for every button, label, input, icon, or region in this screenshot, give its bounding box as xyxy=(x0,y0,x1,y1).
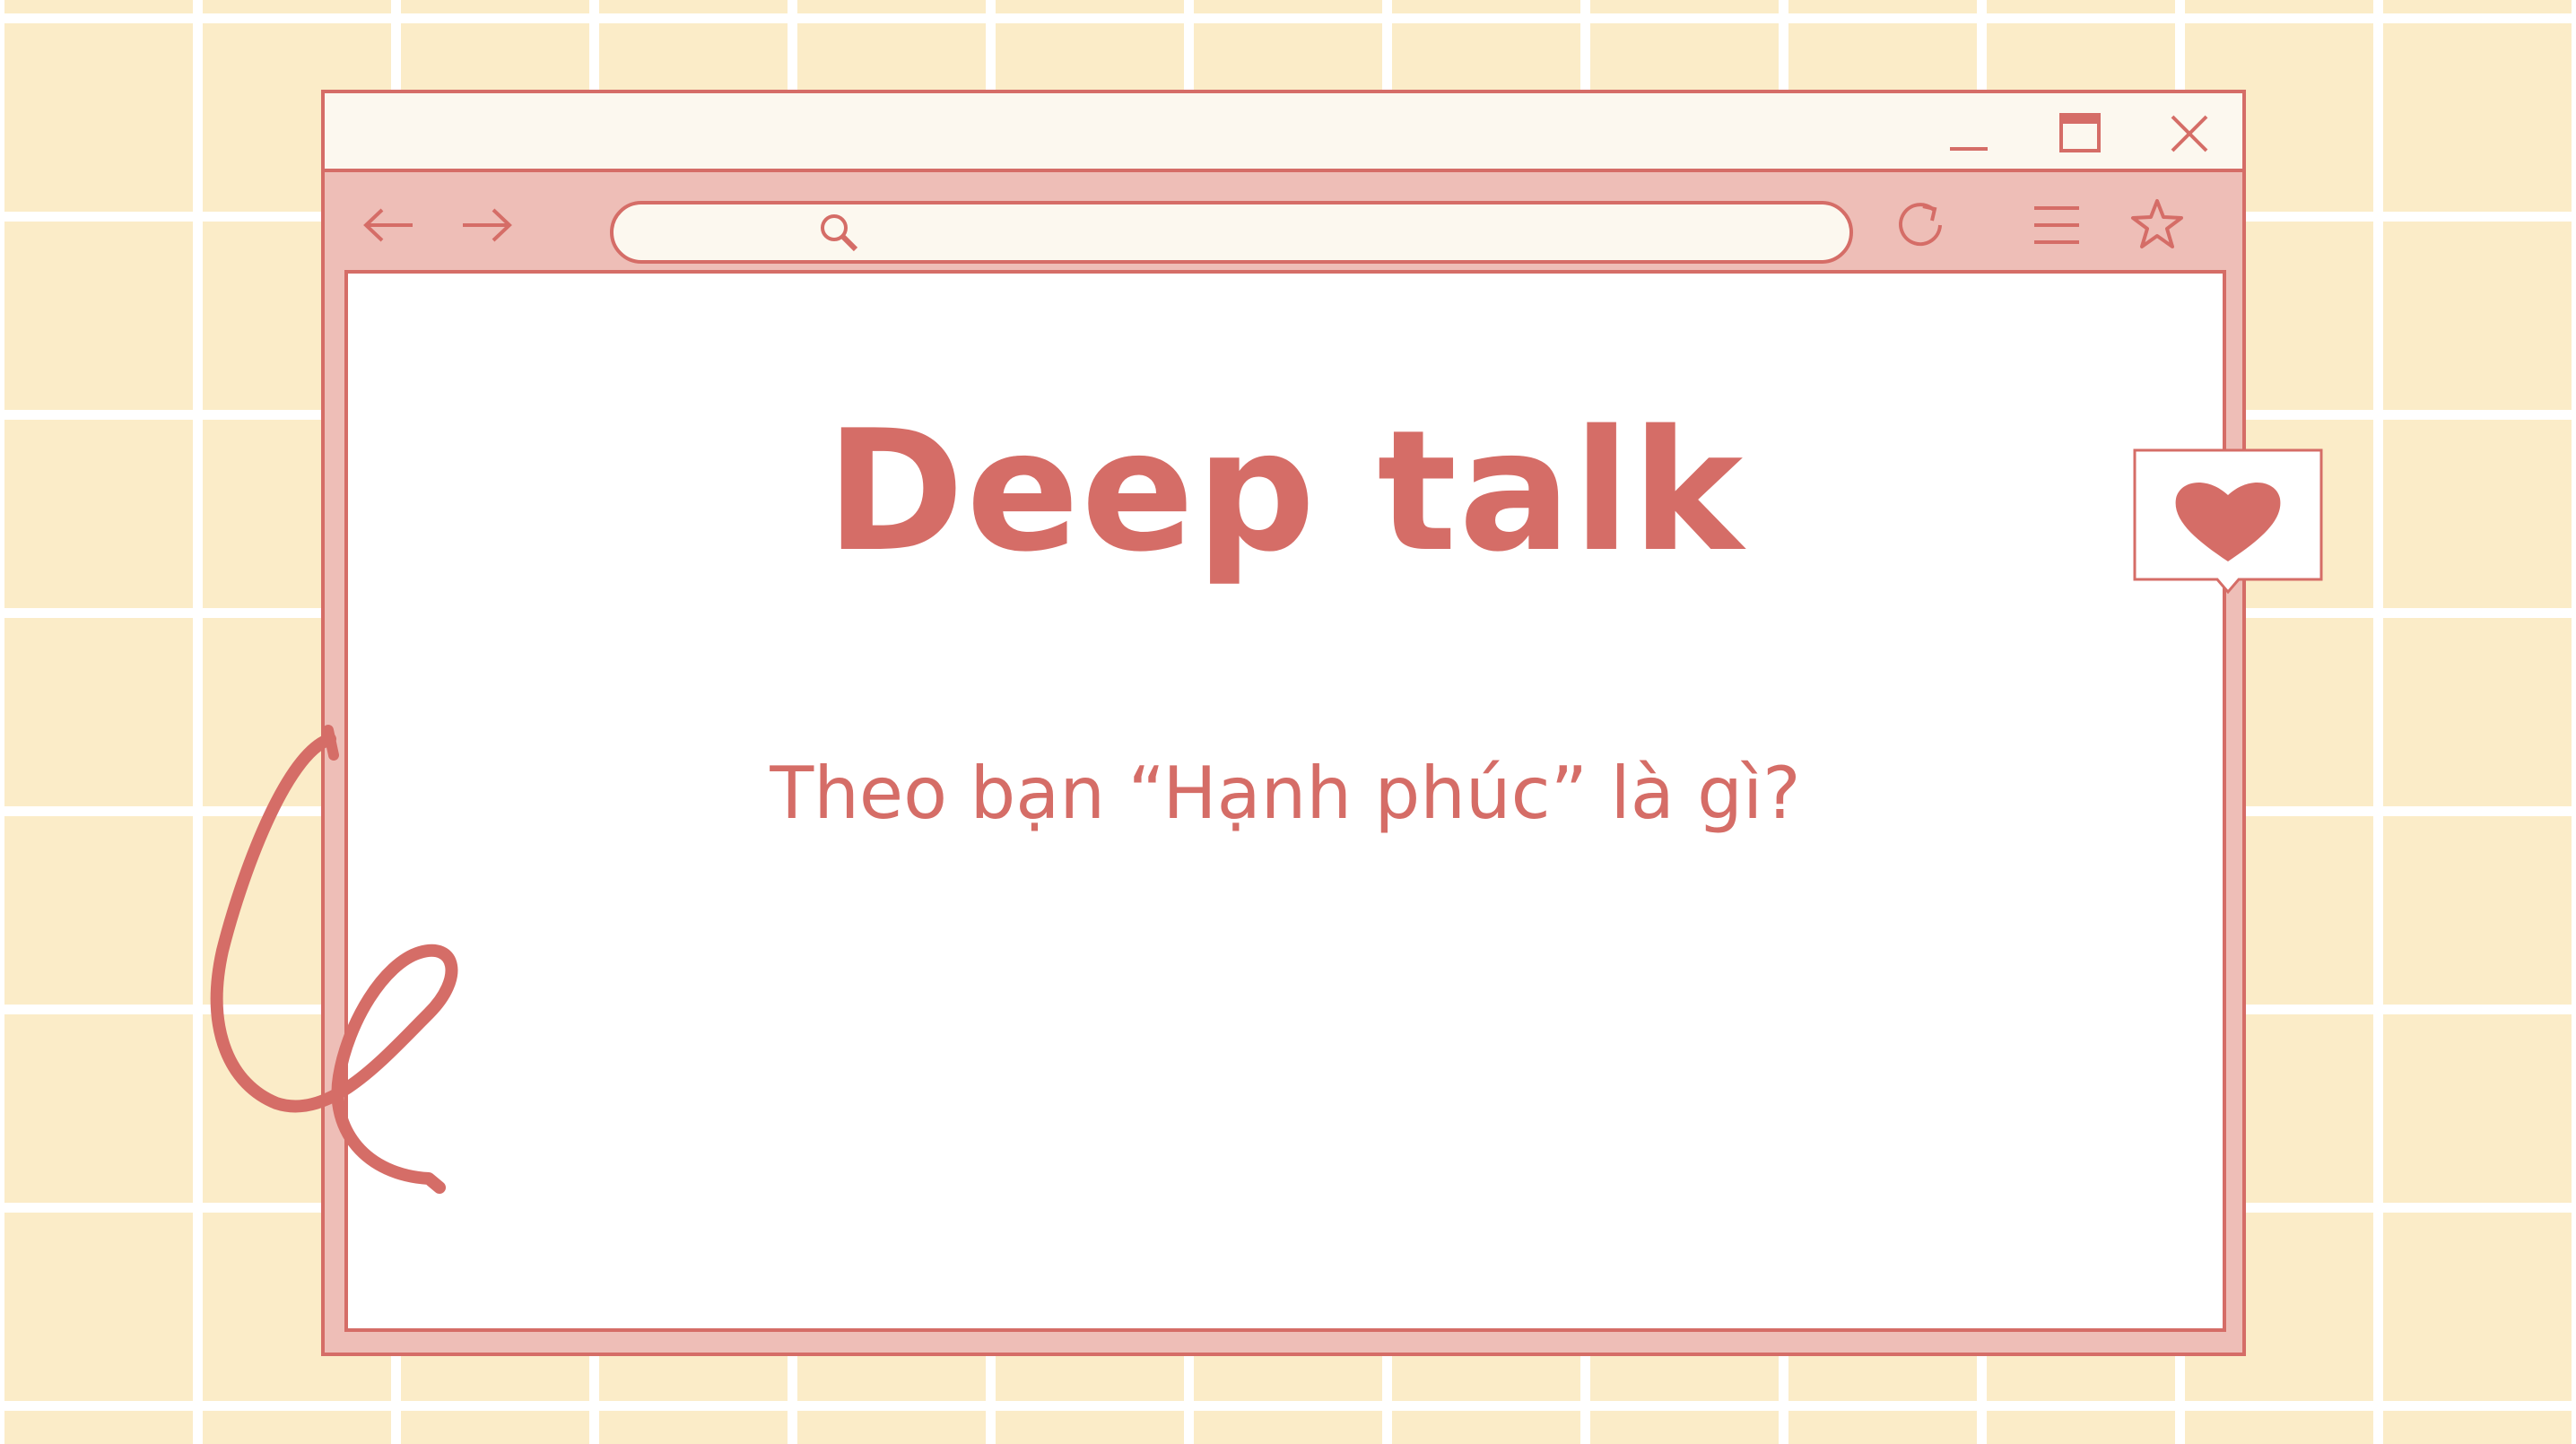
page-content: Deep talk Theo bạn “Hạnh phúc” là gì? xyxy=(344,270,2226,1332)
heart-icon xyxy=(2131,447,2325,599)
address-bar[interactable] xyxy=(610,201,1853,264)
star-icon[interactable] xyxy=(2128,196,2187,255)
close-icon[interactable] xyxy=(2165,109,2214,158)
maximize-icon[interactable] xyxy=(2056,109,2104,158)
reload-icon[interactable] xyxy=(1891,196,1950,255)
squiggle-decoration xyxy=(205,718,492,1202)
arrow-left-icon[interactable] xyxy=(359,196,418,255)
search-icon xyxy=(816,210,863,257)
hamburger-menu-icon[interactable] xyxy=(2027,196,2086,255)
arrow-right-icon[interactable] xyxy=(457,196,517,255)
minimize-icon[interactable] xyxy=(1945,109,1993,158)
title-bar xyxy=(325,93,2242,172)
question-text: Theo bạn “Hạnh phúc” là gì? xyxy=(770,752,1801,835)
browser-window: Deep talk Theo bạn “Hạnh phúc” là gì? xyxy=(321,90,2246,1356)
page-title: Deep talk xyxy=(825,394,1745,588)
